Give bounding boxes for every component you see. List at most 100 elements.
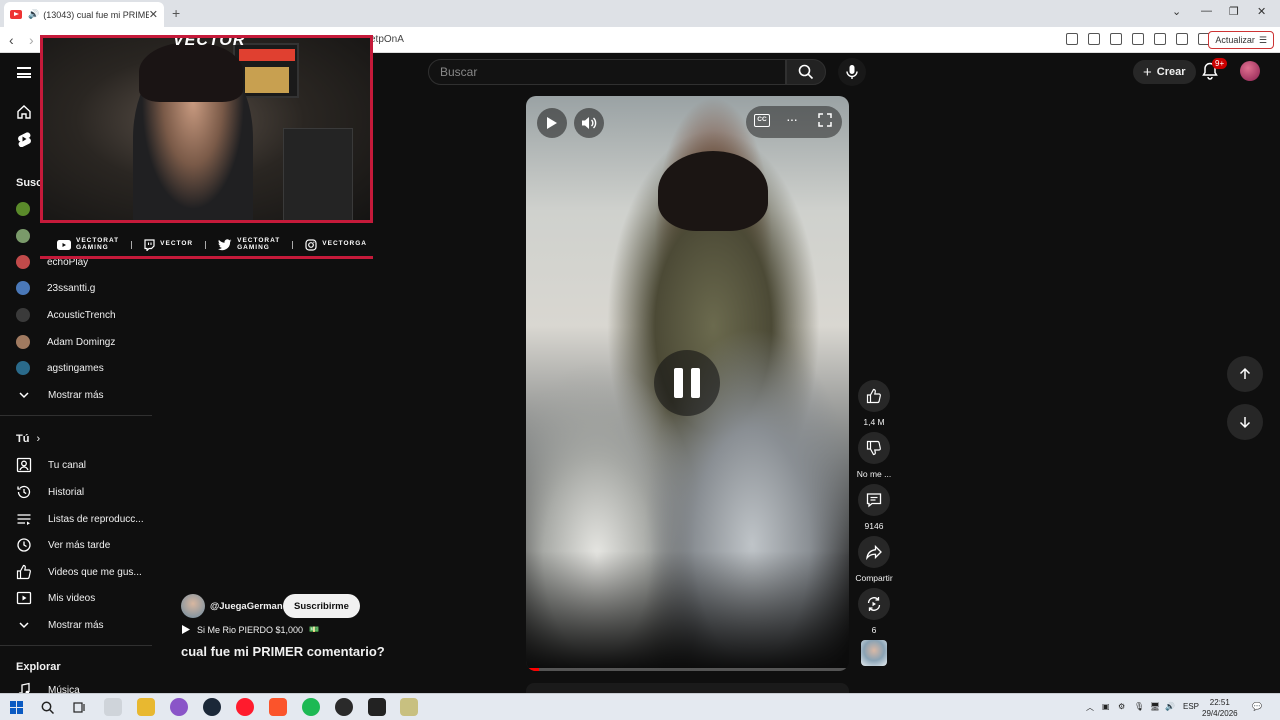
dislike-button[interactable] (858, 432, 890, 464)
search-input[interactable]: Buscar (428, 59, 786, 85)
app-icon[interactable] (170, 698, 188, 716)
windows-start-icon[interactable] (7, 698, 25, 716)
comments-action[interactable]: 9146 (855, 484, 893, 531)
epic-games-icon[interactable] (368, 698, 386, 716)
sidebar-item-my-videos[interactable]: Mis videos (0, 585, 155, 611)
captions-icon[interactable]: CC (754, 114, 770, 127)
tray-app-icon[interactable]: ▣ (1102, 702, 1110, 711)
music-icon[interactable] (1110, 33, 1122, 45)
you-heading[interactable]: Tú › (16, 433, 40, 445)
sidebar-icon[interactable] (1132, 33, 1144, 45)
sidebar-subscription-adamdomingz[interactable]: Adam Domingz (0, 329, 155, 355)
ai-icon[interactable] (1176, 33, 1188, 45)
create-label: Crear (1156, 66, 1186, 78)
related-video-title: Si Me Rio PIERDO $1,000 (197, 624, 304, 635)
create-button[interactable]: + Crear (1133, 60, 1196, 84)
update-button[interactable]: Actualizar ☰ (1208, 31, 1274, 49)
volume-button[interactable] (574, 108, 604, 138)
tab-search-chevron-icon[interactable]: ⌄ (1172, 5, 1181, 18)
share-button[interactable] (858, 536, 890, 568)
video-progress-bar[interactable] (526, 668, 849, 671)
more-options-icon[interactable]: ··· (786, 111, 798, 127)
play-button[interactable] (537, 108, 567, 138)
channel-handle[interactable]: @JuegaGerman (210, 601, 283, 612)
brave-icon[interactable] (269, 698, 287, 716)
tab-close-icon[interactable]: ✕ (149, 8, 158, 21)
extension-icon[interactable] (1088, 33, 1100, 45)
sidebar-item-your-channel[interactable]: Tu canal (0, 452, 155, 478)
channel-avatar (16, 281, 30, 295)
overlay-divider (292, 240, 294, 249)
overlay-brand: VECTOR (173, 35, 246, 49)
system-clock[interactable]: 22:51 29/4/2026 (1202, 697, 1238, 719)
menu-hamburger-icon[interactable] (17, 67, 31, 78)
back-icon[interactable]: ‹ (9, 32, 14, 48)
extension-icon[interactable] (1066, 33, 1078, 45)
comments-button[interactable] (858, 484, 890, 516)
next-short-preview[interactable] (526, 683, 849, 693)
plus-icon: + (1143, 63, 1152, 81)
language-indicator[interactable]: ESP (1183, 702, 1199, 711)
app-icon[interactable] (400, 698, 418, 716)
window-close-icon[interactable]: ✕ (1257, 5, 1266, 18)
app-icon[interactable] (104, 698, 122, 716)
previous-short-button[interactable] (1227, 356, 1263, 392)
voice-search-button[interactable] (838, 58, 866, 86)
clock-icon (16, 537, 32, 553)
play-icon (547, 117, 557, 129)
new-tab-icon[interactable]: + (172, 5, 180, 21)
sidebar-show-more-subscriptions[interactable]: Mostrar más (0, 382, 155, 408)
next-short-button[interactable] (1227, 404, 1263, 440)
subscriptions-heading[interactable]: Susc (16, 177, 42, 189)
tray-app-icon[interactable]: ⚙ (1118, 702, 1125, 711)
sidebar-subscription-acoustictrench[interactable]: AcousticTrench (0, 302, 155, 328)
file-explorer-icon[interactable] (137, 698, 155, 716)
maximize-icon[interactable]: ❐ (1229, 5, 1239, 18)
sidebar-show-more-you[interactable]: Mostrar más (0, 612, 155, 638)
remix-action[interactable]: 6 (855, 588, 893, 635)
pause-indicator[interactable] (654, 350, 720, 416)
steam-icon[interactable] (203, 698, 221, 716)
sidebar-subscription-23ssantti[interactable]: 23ssantti.g (0, 275, 155, 301)
forward-icon[interactable]: › (29, 32, 34, 48)
wallet-icon[interactable] (1154, 33, 1166, 45)
network-icon[interactable]: 🖥 (1150, 702, 1160, 711)
remix-button[interactable] (858, 588, 890, 620)
audio-playing-icon[interactable]: 🔊 (28, 9, 39, 20)
notifications-icon[interactable]: 💬 (1252, 702, 1262, 711)
channel-avatar (16, 229, 30, 243)
share-action[interactable]: Compartir (855, 536, 893, 583)
spotify-icon[interactable] (302, 698, 320, 716)
like-action[interactable]: 1,4 M (855, 380, 893, 427)
account-avatar[interactable] (1240, 61, 1260, 81)
thumbs-up-icon (866, 388, 881, 404)
channel-avatar[interactable] (181, 594, 205, 618)
url-text[interactable]: etpOnA (370, 34, 404, 45)
tray-chevron-up-icon[interactable]: ︿ (1086, 702, 1094, 713)
related-video-link[interactable]: Si Me Rio PIERDO $1,000 💵 (181, 624, 319, 635)
dislike-label: No me ... (856, 469, 892, 479)
search-button[interactable] (786, 59, 826, 85)
search-icon[interactable] (38, 698, 56, 716)
sidebar-subscription-agstingames[interactable]: agstingames (0, 355, 155, 381)
microphone-icon[interactable]: 🎙 (1134, 702, 1144, 711)
subscribe-button[interactable]: Suscribirme (283, 594, 360, 618)
volume-icon (582, 117, 597, 129)
sidebar-item-history[interactable]: Historial (0, 479, 155, 505)
dislike-action[interactable]: No me ... (855, 432, 893, 479)
fullscreen-icon[interactable] (818, 113, 832, 127)
like-button[interactable] (858, 380, 890, 412)
browser-tab[interactable]: 🔊 (13043) cual fue mi PRIMER c ✕ (4, 2, 164, 27)
task-view-icon[interactable] (70, 698, 88, 716)
opera-icon[interactable] (236, 698, 254, 716)
sidebar-item-playlists[interactable]: Listas de reproducc... (0, 506, 155, 532)
channel-avatar (16, 361, 30, 375)
shorts-video-player[interactable]: CC ··· (526, 96, 849, 671)
sidebar-item-watch-later[interactable]: Ver más tarde (0, 532, 155, 558)
minimize-icon[interactable]: — (1201, 5, 1212, 17)
channel-thumbnail[interactable] (861, 640, 887, 666)
app-icon[interactable] (335, 698, 353, 716)
sidebar-item-liked-videos[interactable]: Videos que me gus... (0, 559, 155, 585)
speaker-icon[interactable]: 🔊 (1165, 702, 1175, 711)
pause-bar (674, 368, 683, 398)
